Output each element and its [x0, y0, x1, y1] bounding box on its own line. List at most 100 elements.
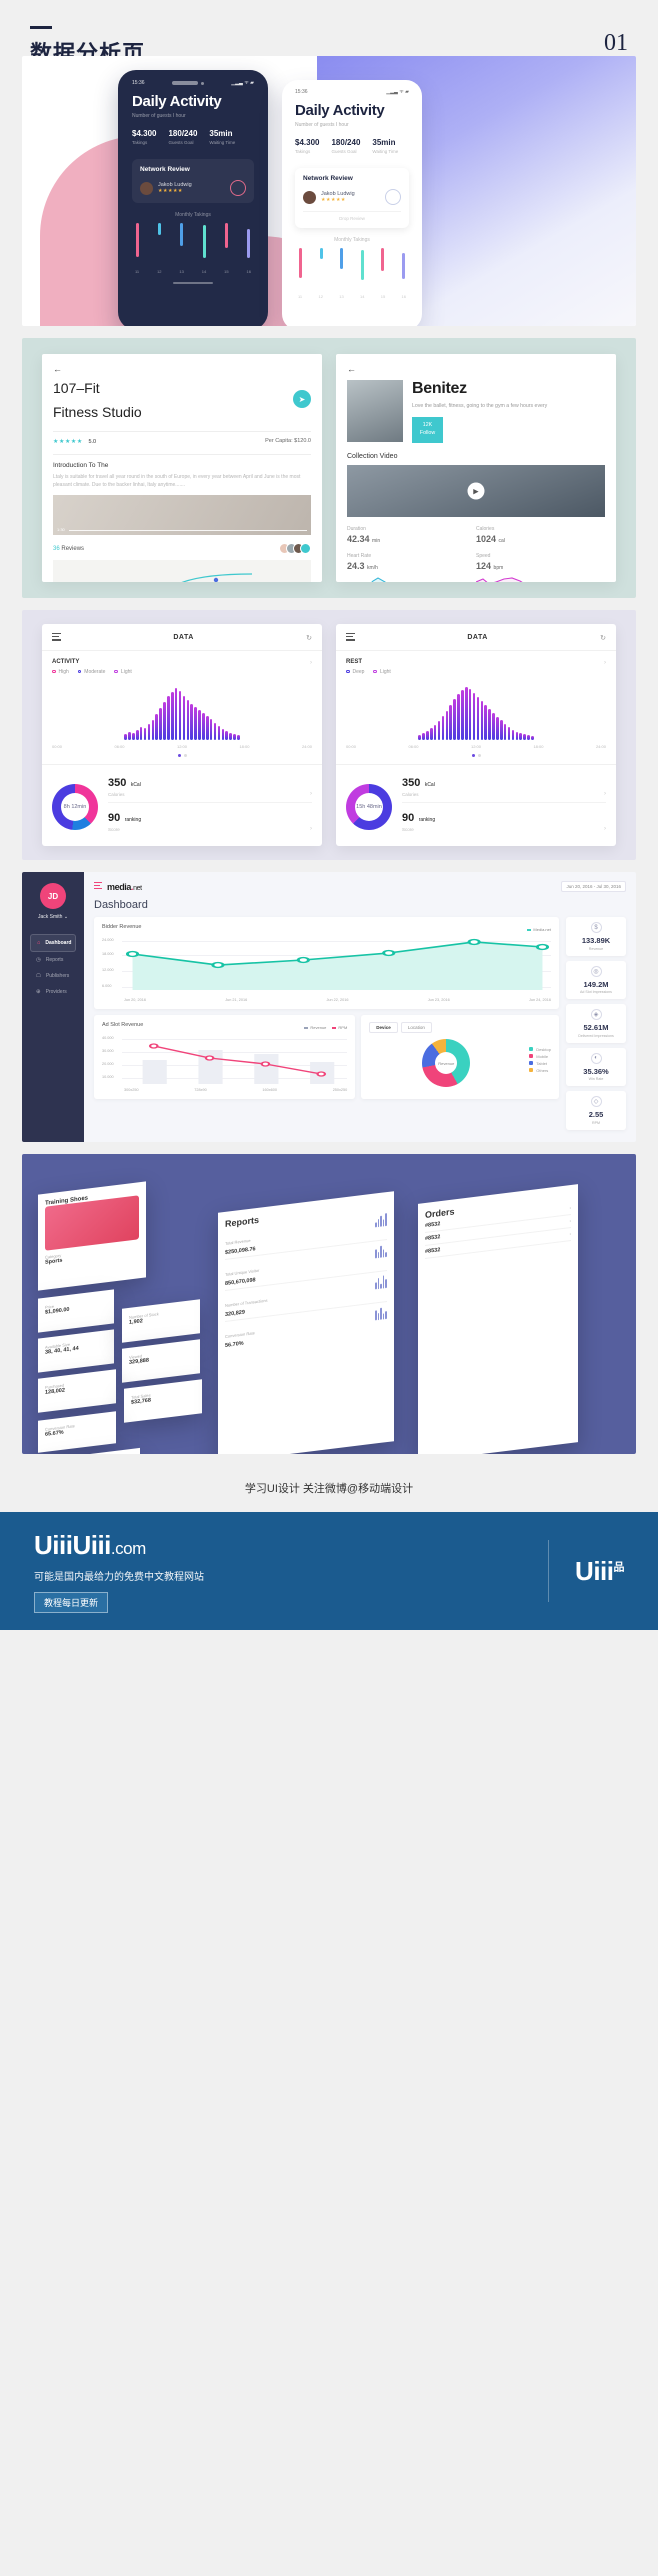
map-view[interactable] — [53, 560, 311, 582]
chevron-right-icon[interactable]: › — [604, 791, 606, 797]
menu-icon[interactable] — [94, 881, 102, 892]
carousel-dots[interactable] — [52, 753, 312, 757]
studio-photo[interactable]: 1:30 — [53, 495, 311, 536]
bar — [319, 248, 323, 259]
play-icon[interactable]: ▶ — [467, 482, 485, 500]
pie-legend: Desktop Mobile Tablet Others — [529, 1046, 551, 1075]
sidebar-item-reports[interactable]: ◷ Reports — [30, 952, 76, 968]
sidebar-item-publishers[interactable]: ☖ Publishers — [30, 968, 76, 984]
chevron-right-icon[interactable]: › — [604, 660, 606, 666]
product-card-total-sales[interactable]: Total Sales $32,768 — [124, 1379, 202, 1423]
network-review-card[interactable]: Network Review Jakob Ludwig ★★★★★ — [132, 159, 254, 203]
rest-bar-chart — [346, 684, 606, 740]
metric-label: Duration — [347, 526, 366, 533]
metric-label: Calories — [108, 791, 125, 797]
product-card-viewed[interactable]: Viewed 329,888 — [122, 1339, 200, 1383]
back-arrow-icon[interactable]: ← — [53, 364, 311, 374]
adslot-revenue-title: Ad Slot Revenue — [102, 1022, 144, 1028]
progress-bar[interactable] — [69, 529, 307, 531]
score-row[interactable]: 90 ranking Score › — [108, 808, 312, 837]
sidebar-item-providers[interactable]: ⊕ Providers — [30, 984, 76, 1000]
product-card-stock[interactable]: Number of Stock 1,902 — [122, 1299, 200, 1343]
reviewer-avatars — [279, 543, 311, 555]
device-location-tabs[interactable]: Device Location — [369, 1022, 551, 1033]
back-arrow-icon[interactable]: ← — [347, 364, 605, 374]
avatar[interactable]: JD — [40, 883, 66, 909]
axis-tick: 16 — [401, 294, 406, 299]
axis-tick: 16 — [246, 269, 251, 274]
menu-icon[interactable] — [52, 633, 61, 643]
score-row[interactable]: 90 ranking Score › — [402, 808, 606, 837]
chevron-right-icon[interactable]: › — [310, 791, 312, 797]
diamond-icon: ◇ — [590, 1096, 602, 1107]
legend: High Moderate Light — [52, 669, 132, 675]
kpi-column: $ 133.89K Revenue ◎ 149.2M Ad Slot Impre… — [566, 917, 626, 1130]
stats-row: $4.300 Takings 180/240 Guests Goal 35min… — [132, 129, 254, 145]
phone-dark-mockup: 15:36 ▁▂▃ ᯤ ▰ Daily Activity Number of g… — [118, 70, 268, 326]
chevron-down-icon: ⌄ — [63, 914, 69, 920]
footer-bar: UiiiUiii.com 可能是国内最给力的免费中文教程网站 教程每日更新 Ui… — [0, 1512, 658, 1630]
product-card-price[interactable]: Price $1,090.00 — [38, 1289, 114, 1333]
axis-tick: 12.000 — [102, 968, 114, 972]
product-card-size[interactable]: Available Size 38, 40, 41, 44 — [38, 1329, 114, 1373]
header-dash-icon — [30, 26, 52, 29]
metric-unit: km/h — [367, 565, 378, 572]
sidebar-item-dashboard[interactable]: ⌂ Dashboard — [30, 934, 76, 952]
network-review-card[interactable]: Network Review Jakob Ludwig ★★★★★ Drop R… — [295, 168, 409, 228]
axis-tick: Jun 22, 2016 — [326, 998, 349, 1002]
reports-sheet[interactable]: Reports Total Revenue $250,098.76 Total … — [218, 1191, 394, 1454]
panel-ecommerce-perspective: Training Shoes Category Sports Price $1,… — [22, 1154, 636, 1454]
bar — [158, 223, 162, 235]
footer-note: 学习UI设计 关注微博@移动端设计 — [244, 1483, 414, 1495]
status-icons: ▁▂▃ ᯤ ▰ — [231, 80, 254, 86]
kpi-delivered-impressions: ◈ 52.61M Delivered Impressions — [566, 1004, 626, 1043]
chevron-right-icon[interactable]: › — [310, 826, 312, 832]
notch-speaker-icon — [171, 81, 198, 85]
tab-device[interactable]: Device — [369, 1022, 398, 1033]
activity-bar-chart — [52, 684, 312, 740]
follow-button[interactable]: 12K Follow — [412, 417, 443, 444]
orders-sheet[interactable]: Orders #8532 › #8532 › #8532 › — [418, 1184, 578, 1454]
order-id: #8532 — [425, 1221, 441, 1229]
kpi-revenue: $ 133.89K Revenue — [566, 917, 626, 956]
mini-bar-chart — [375, 1212, 387, 1228]
row-label: Total Revenue — [225, 1237, 251, 1246]
product-card-conversion[interactable]: Conversion Rate 65.67% — [38, 1411, 116, 1453]
refresh-icon[interactable]: ↻ — [600, 634, 606, 642]
user-name[interactable]: Jack Smith ⌄ — [30, 914, 76, 920]
product-card-purchased[interactable]: Purchased 128,002 — [38, 1369, 116, 1413]
tab-location[interactable]: Location — [400, 1022, 432, 1033]
date-range-picker[interactable]: Jun 20, 2016 - Jul 30, 2016 — [561, 881, 626, 892]
sidebar-item-label: Reports — [45, 957, 64, 963]
metric-label: Score — [402, 826, 414, 832]
chevron-right-icon[interactable]: › — [310, 660, 312, 666]
drop-review-button[interactable]: Drop Review — [303, 211, 401, 221]
bidder-revenue-title: Bidder Revenue — [102, 924, 142, 930]
collection-video-thumbnail[interactable]: ▶ — [347, 465, 605, 518]
status-time: 15:36 — [295, 89, 308, 95]
calories-row[interactable]: 350 kCal Calories › — [108, 773, 312, 803]
axis-tick: 250x250 — [332, 1088, 348, 1092]
uiiiuiii-logo[interactable]: UiiiUiii.com — [34, 1530, 522, 1561]
rest-card: DATA ↻ REST Deep Light › 00:00 06:00 12:… — [336, 624, 616, 846]
rating-value: 5.0 — [88, 438, 97, 445]
daily-activity-subtitle: Number of guests I hour — [295, 122, 349, 128]
stat-guests-goal: 180/240 Guests Goal — [168, 129, 197, 145]
introduction-heading: Introduction To The — [53, 461, 109, 469]
kpi-label: Ad Slot Impressions — [580, 990, 612, 994]
legend-item-high: High — [52, 669, 69, 675]
product-card-shoe[interactable]: Training Shoes Category Sports — [38, 1181, 146, 1291]
chevron-right-icon[interactable]: › — [604, 826, 606, 832]
stat-value: $4.300 — [295, 138, 320, 147]
kpi-value: 133.89K — [581, 936, 611, 945]
metric-value: 90 — [402, 811, 415, 824]
refresh-icon[interactable]: ↻ — [306, 634, 312, 642]
carousel-dots[interactable] — [346, 753, 606, 757]
axis-tick: 18.000 — [102, 952, 114, 956]
menu-icon[interactable] — [346, 633, 355, 643]
stat-label: Waiting Time — [372, 149, 399, 154]
calories-row[interactable]: 350 kCal Calories › — [402, 773, 606, 803]
send-icon[interactable]: ➤ — [293, 390, 311, 408]
axis-tick: 12:00 — [176, 743, 187, 749]
metric-unit: kCal — [130, 781, 141, 788]
